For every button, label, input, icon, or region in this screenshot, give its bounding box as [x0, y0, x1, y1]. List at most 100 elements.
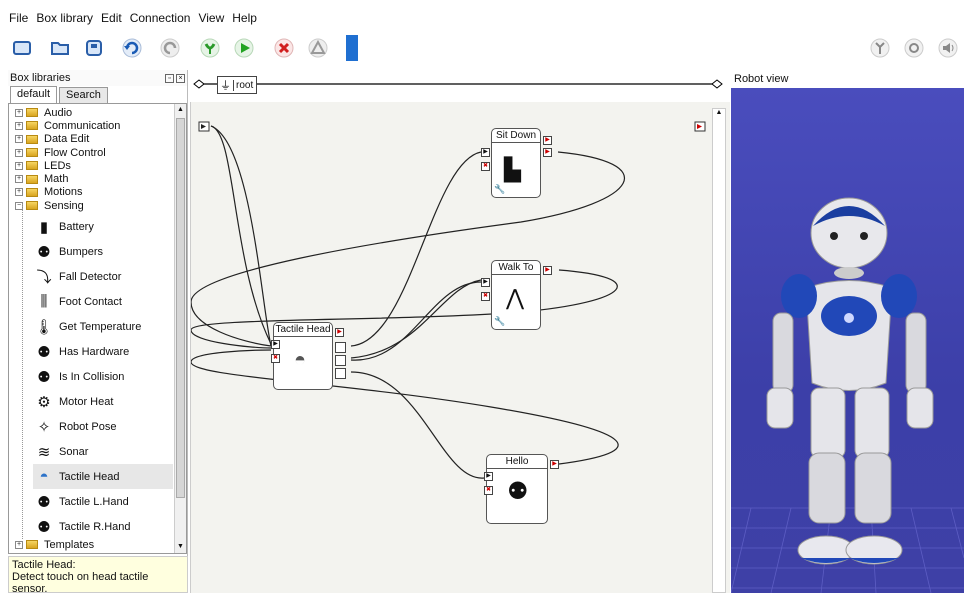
- folder-icon: [26, 187, 38, 197]
- category-motions[interactable]: + Motions: [9, 186, 173, 199]
- sit-down-failure-port[interactable]: ▶: [543, 148, 552, 157]
- box-tactile-head[interactable]: Tactile Head ◓: [273, 322, 333, 390]
- tactile-middle-port[interactable]: [335, 355, 346, 366]
- box-item-fall-detector[interactable]: ⤵ Fall Detector: [33, 264, 173, 289]
- box-item-tactile-r-hand[interactable]: ⚉ Tactile R.Hand: [33, 514, 173, 539]
- float-icon[interactable]: ▫: [165, 73, 174, 83]
- tactile-front-port[interactable]: [335, 342, 346, 353]
- box-title: Walk To: [492, 261, 540, 275]
- box-item-motor-heat[interactable]: ⚙ Motor Heat: [33, 389, 173, 414]
- category-flow-control[interactable]: + Flow Control: [9, 146, 173, 159]
- panel-title-bar: Box libraries ▫ ×: [8, 70, 187, 86]
- tab-default[interactable]: default: [10, 86, 58, 103]
- waving-robot-icon: ⚉: [507, 478, 529, 505]
- box-item-sonar[interactable]: ≋ Sonar: [33, 439, 173, 464]
- box-title: Hello: [487, 455, 547, 469]
- category-math[interactable]: + Math: [9, 172, 173, 185]
- walk-to-output-port[interactable]: ▶: [543, 266, 552, 275]
- close-icon[interactable]: ×: [176, 73, 185, 83]
- panel-title: Box libraries: [10, 72, 71, 84]
- box-item-tactile-head[interactable]: ◓ Tactile Head: [33, 464, 173, 489]
- robot-3d-view[interactable]: [731, 88, 964, 593]
- robot-figure-icon: ⚉: [37, 343, 51, 361]
- category-data-edit[interactable]: + Data Edit: [9, 133, 173, 146]
- volume-icon[interactable]: [936, 36, 960, 60]
- redo-icon[interactable]: [158, 36, 182, 60]
- category-audio[interactable]: + Audio: [9, 106, 173, 119]
- menu-view[interactable]: View: [195, 10, 227, 26]
- menu-connection[interactable]: Connection: [127, 10, 194, 26]
- box-item-foot-contact[interactable]: ⫼ Foot Contact: [33, 289, 173, 314]
- scroll-thumb[interactable]: [176, 118, 185, 498]
- hello-output-port[interactable]: ▶: [550, 460, 559, 469]
- scroll-down-icon[interactable]: ▼: [176, 542, 185, 552]
- box-item-bumpers[interactable]: ⚉ Bumpers: [33, 239, 173, 264]
- box-item-is-in-collision[interactable]: ⚉ Is In Collision: [33, 364, 173, 389]
- menu-bar: File Box library Edit Connection View He…: [0, 8, 964, 28]
- play-icon[interactable]: [232, 36, 256, 60]
- box-item-get-temperature[interactable]: 🌡 Get Temperature: [33, 314, 173, 339]
- head-icon: ◓: [39, 468, 49, 485]
- tab-search[interactable]: Search: [59, 87, 108, 103]
- thermometer-icon: 🌡: [34, 318, 54, 336]
- expand-icon[interactable]: +: [15, 188, 23, 197]
- menu-file[interactable]: File: [6, 10, 31, 26]
- wrench-icon[interactable]: 🔧: [494, 316, 505, 327]
- category-templates[interactable]: + Templates: [9, 538, 94, 551]
- sit-down-output-port[interactable]: ▶: [543, 136, 552, 145]
- category-communication[interactable]: + Communication: [9, 119, 173, 132]
- wire: [210, 125, 272, 345]
- expand-icon[interactable]: +: [15, 540, 23, 549]
- box-hello[interactable]: Hello ⚉: [486, 454, 548, 524]
- walk-to-input-port[interactable]: ▶: [481, 278, 490, 287]
- diagram-scrollbar[interactable]: ▲: [712, 108, 726, 593]
- tactile-head-stop-port[interactable]: ✖: [271, 354, 280, 363]
- sit-down-stop-port[interactable]: ✖: [481, 162, 490, 171]
- robot-stiffness-icon[interactable]: [868, 36, 892, 60]
- scroll-up-icon[interactable]: ▲: [713, 109, 725, 116]
- box-walk-to[interactable]: Walk To ⋀ 🔧: [491, 260, 541, 330]
- sit-down-input-port[interactable]: ▶: [481, 148, 490, 157]
- flow-diagram[interactable]: Sit Down ▙ 🔧 ▶ ✖ ▶ ▶ Walk To ⋀ 🔧 ▶ ✖ ▶ T…: [190, 102, 730, 593]
- tactile-rear-port[interactable]: [335, 368, 346, 379]
- tactile-head-input-port[interactable]: ▶: [271, 340, 280, 349]
- menu-box-library[interactable]: Box library: [33, 10, 96, 26]
- menu-edit[interactable]: Edit: [98, 10, 125, 26]
- expand-icon[interactable]: +: [15, 161, 23, 170]
- open-icon[interactable]: [48, 36, 72, 60]
- hello-stop-port[interactable]: ✖: [484, 486, 493, 495]
- wrench-icon[interactable]: 🔧: [494, 184, 505, 195]
- hello-input-port[interactable]: ▶: [484, 472, 493, 481]
- box-item-battery[interactable]: ▮ Battery: [33, 214, 173, 239]
- expand-icon[interactable]: +: [15, 121, 23, 130]
- breadcrumb-line: [193, 79, 723, 89]
- tree-scrollbar[interactable]: ▲ ▼: [174, 104, 186, 553]
- debug-icon[interactable]: [306, 36, 330, 60]
- root-box[interactable]: ⏚ root: [217, 76, 257, 94]
- new-icon[interactable]: [10, 36, 34, 60]
- save-icon[interactable]: [82, 36, 106, 60]
- undo-icon[interactable]: [120, 36, 144, 60]
- description-title: Tactile Head:: [12, 559, 76, 571]
- robot-settings-icon[interactable]: [902, 36, 926, 60]
- walk-to-stop-port[interactable]: ✖: [481, 292, 490, 301]
- bar-icon[interactable]: [340, 35, 364, 61]
- expand-icon[interactable]: +: [15, 175, 23, 184]
- stop-icon[interactable]: [272, 36, 296, 60]
- box-item-has-hardware[interactable]: ⚉ Has Hardware: [33, 339, 173, 364]
- connect-icon[interactable]: [198, 36, 222, 60]
- expand-icon[interactable]: +: [15, 135, 23, 144]
- library-tree[interactable]: + Audio + Communication + Data Edit + Flow C…: [8, 104, 187, 554]
- box-sit-down[interactable]: Sit Down ▙ 🔧: [491, 128, 541, 198]
- box-item-tactile-l-hand[interactable]: ⚉ Tactile L.Hand: [33, 489, 173, 514]
- category-leds[interactable]: + LEDs: [9, 159, 173, 172]
- expand-icon[interactable]: +: [15, 108, 23, 117]
- category-sensing[interactable]: − Sensing: [9, 199, 173, 212]
- head-icon: ◓: [294, 349, 307, 371]
- expand-icon[interactable]: +: [15, 148, 23, 157]
- box-item-robot-pose[interactable]: ✧ Robot Pose: [33, 414, 173, 439]
- tactile-head-output-port[interactable]: ▶: [335, 328, 344, 337]
- toolbar: [0, 30, 964, 68]
- scroll-up-icon[interactable]: ▲: [176, 105, 185, 115]
- menu-help[interactable]: Help: [229, 10, 260, 26]
